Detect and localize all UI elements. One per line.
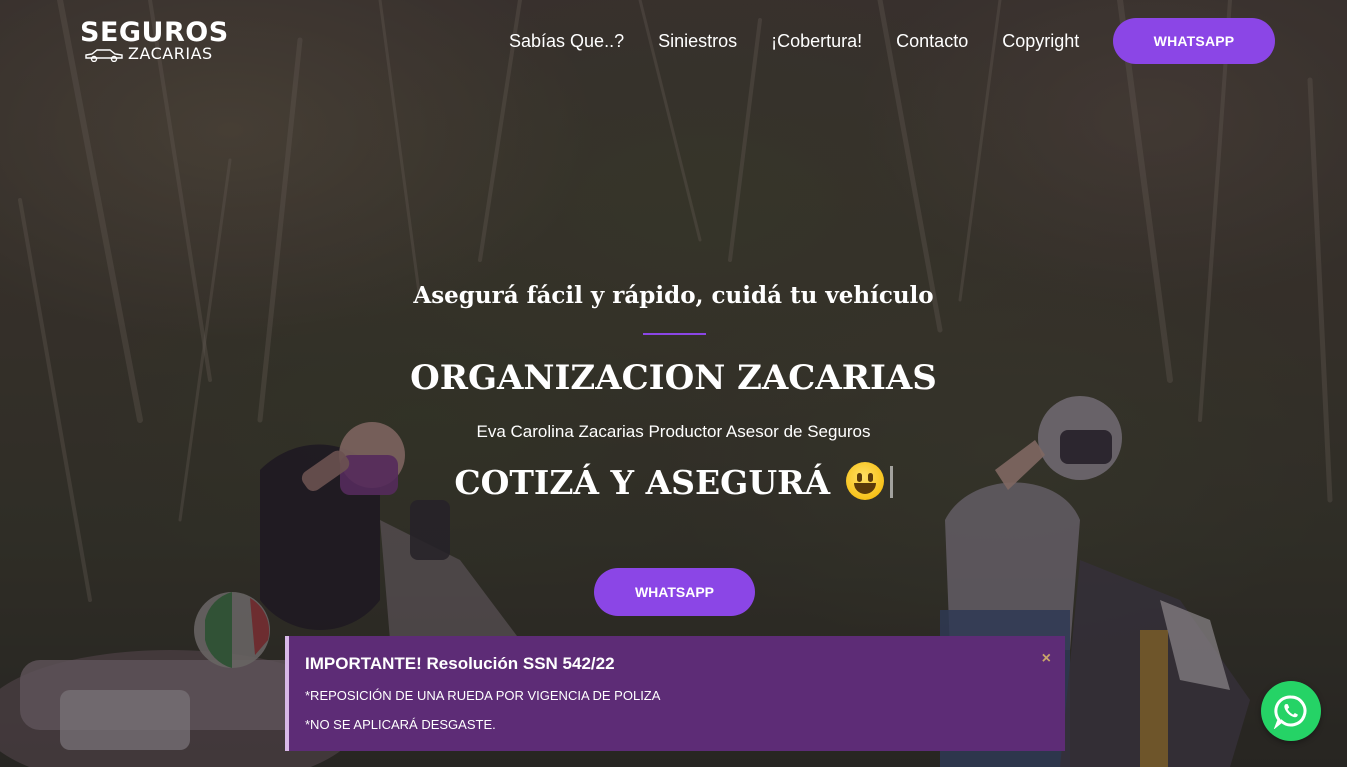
typed-text: COTIZÁ Y ASEGURÁ bbox=[454, 463, 831, 502]
whatsapp-float-button[interactable] bbox=[1261, 681, 1321, 741]
logo-text-bottom: ZACARIAS bbox=[128, 44, 213, 63]
header-whatsapp-button[interactable]: WHATSAPP bbox=[1113, 18, 1275, 64]
nav-item-sabias-que[interactable]: Sabías Que..? bbox=[509, 30, 624, 52]
notice-line: *NO SE APLICARÁ DESGASTE. bbox=[305, 717, 496, 732]
typed-headline: COTIZÁ Y ASEGURÁ bbox=[0, 459, 1347, 507]
hero-whatsapp-button[interactable]: WHATSAPP bbox=[594, 568, 755, 616]
whatsapp-icon bbox=[1273, 695, 1307, 729]
hero-tagline: Asegurá fácil y rápido, cuidá tu vehícul… bbox=[413, 282, 934, 309]
notice-title: IMPORTANTE! Resolución SSN 542/22 bbox=[305, 654, 615, 673]
nav-item-contacto[interactable]: Contacto bbox=[896, 30, 968, 52]
nav-item-copyright[interactable]: Copyright bbox=[1002, 30, 1079, 52]
hero-title: ORGANIZACION ZACARIAS bbox=[410, 358, 937, 398]
hero-subtitle: Eva Carolina Zacarias Productor Asesor d… bbox=[476, 422, 871, 441]
important-notice: IMPORTANTE! Resolución SSN 542/22 *REPOS… bbox=[285, 636, 1065, 751]
car-icon bbox=[85, 49, 123, 62]
typing-caret bbox=[889, 466, 893, 498]
hero-divider bbox=[643, 333, 706, 335]
close-icon[interactable]: × bbox=[1042, 650, 1051, 668]
site-logo[interactable]: SEGUROS ZACARIAS bbox=[80, 18, 228, 66]
grinning-face-icon bbox=[845, 462, 884, 500]
main-nav: Sabías Que..? Siniestros ¡Cobertura! Con… bbox=[509, 30, 1113, 52]
notice-line: *REPOSICIÓN DE UNA RUEDA POR VIGENCIA DE… bbox=[305, 688, 661, 703]
nav-item-siniestros[interactable]: Siniestros bbox=[658, 30, 737, 52]
nav-item-cobertura[interactable]: ¡Cobertura! bbox=[771, 30, 862, 52]
